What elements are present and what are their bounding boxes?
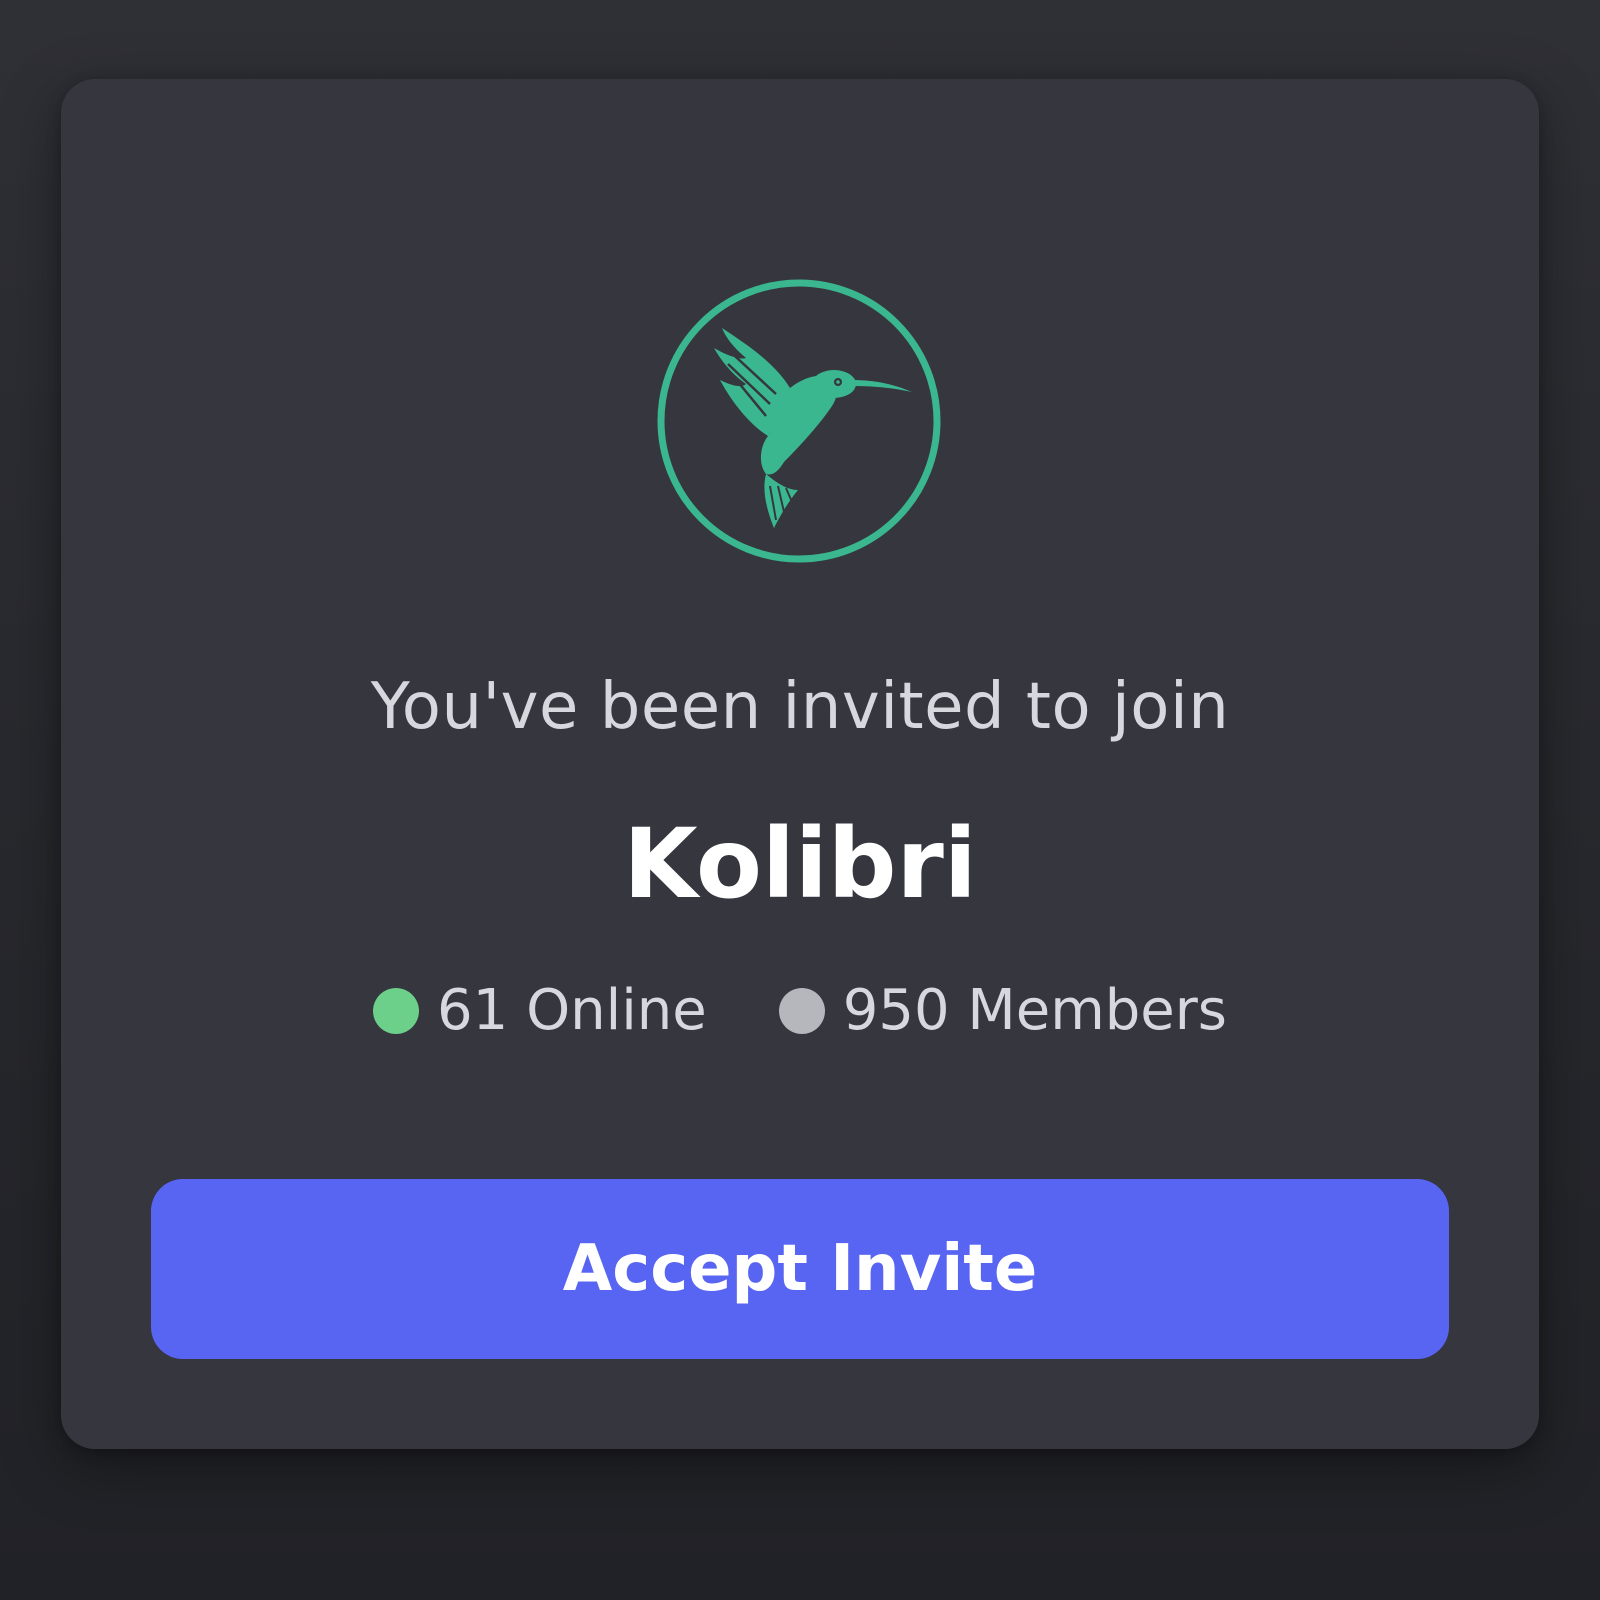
online-status-dot-icon xyxy=(373,987,420,1034)
hummingbird-logo-icon xyxy=(657,279,941,563)
server-avatar xyxy=(654,276,944,566)
online-stat: 61 Online xyxy=(373,978,707,1043)
members-stat: 950 Members xyxy=(778,978,1227,1043)
invite-heading: You've been invited to join xyxy=(370,670,1230,744)
online-count-label: 61 Online xyxy=(437,978,707,1043)
members-count-label: 950 Members xyxy=(842,978,1227,1043)
accept-invite-label: Accept Invite xyxy=(562,1232,1038,1306)
server-name: Kolibri xyxy=(623,808,977,920)
members-status-dot-icon xyxy=(778,987,825,1034)
server-stats: 61 Online 950 Members xyxy=(0,978,1600,1043)
accept-invite-button[interactable]: Accept Invite xyxy=(151,1179,1449,1359)
